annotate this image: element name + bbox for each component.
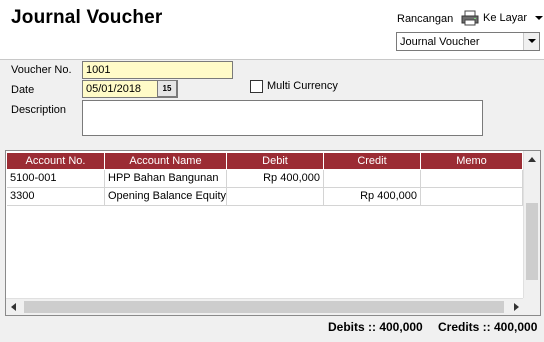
printer-icon — [461, 10, 479, 26]
cell-account-name[interactable]: Opening Balance Equity — [105, 188, 227, 206]
table-row[interactable]: 5100-001 HPP Bahan Bangunan Rp 400,000 — [7, 170, 523, 188]
chevron-down-icon — [535, 16, 543, 20]
template-dropdown-button[interactable] — [523, 33, 539, 50]
cell-account-no[interactable]: 5100-001 — [7, 170, 105, 188]
output-destination-button[interactable]: Ke Layar — [461, 9, 543, 27]
template-select[interactable]: Journal Voucher — [396, 32, 540, 51]
calendar-button[interactable]: 15 — [157, 80, 177, 97]
cell-debit[interactable] — [227, 188, 324, 206]
scroll-up-icon[interactable] — [528, 157, 536, 162]
description-label: Description — [11, 104, 67, 116]
column-header-memo[interactable]: Memo — [421, 153, 523, 169]
output-label: Ke Layar — [483, 12, 528, 24]
multi-currency-checkbox[interactable] — [250, 80, 263, 93]
multi-currency-label: Multi Currency — [267, 80, 338, 92]
template-value: Journal Voucher — [400, 36, 480, 48]
cell-account-name[interactable]: HPP Bahan Bangunan — [105, 170, 227, 188]
vertical-scroll-thumb[interactable] — [526, 203, 538, 280]
cell-credit[interactable]: Rp 400,000 — [324, 188, 421, 206]
vertical-scrollbar[interactable] — [523, 151, 540, 306]
description-input[interactable] — [82, 100, 483, 136]
column-header-credit[interactable]: Credit — [324, 153, 421, 169]
voucher-no-input[interactable]: 1001 — [82, 61, 233, 79]
column-header-account-name[interactable]: Account Name — [105, 153, 227, 169]
cell-memo[interactable] — [421, 170, 523, 188]
journal-grid[interactable]: Account No. Account Name Debit Credit Me… — [5, 150, 541, 316]
cell-debit[interactable]: Rp 400,000 — [227, 170, 324, 188]
column-header-account-no[interactable]: Account No. — [7, 153, 105, 169]
cell-memo[interactable] — [421, 188, 523, 206]
scroll-right-icon[interactable] — [514, 303, 519, 311]
design-label: Rancangan — [397, 13, 454, 25]
grid-header: Account No. Account Name Debit Credit Me… — [7, 153, 523, 170]
chevron-down-icon — [528, 39, 536, 43]
page-title: Journal Voucher — [11, 7, 163, 28]
horizontal-scrollbar[interactable] — [6, 298, 524, 315]
horizontal-scroll-thumb[interactable] — [24, 301, 504, 313]
scroll-left-icon[interactable] — [11, 303, 16, 311]
title-bar: Journal Voucher Rancangan Ke Layar Journ… — [0, 0, 544, 60]
cell-credit[interactable] — [324, 170, 421, 188]
scrollbar-corner — [523, 298, 540, 315]
date-label: Date — [11, 84, 35, 96]
voucher-label: Voucher No. — [11, 64, 72, 76]
cell-account-no[interactable]: 3300 — [7, 188, 105, 206]
table-row[interactable]: 3300 Opening Balance Equity Rp 400,000 — [7, 188, 523, 206]
credits-total: Credits :: 400,000 — [438, 320, 538, 334]
debits-total: Debits :: 400,000 — [328, 320, 423, 334]
column-header-debit[interactable]: Debit — [227, 153, 324, 169]
